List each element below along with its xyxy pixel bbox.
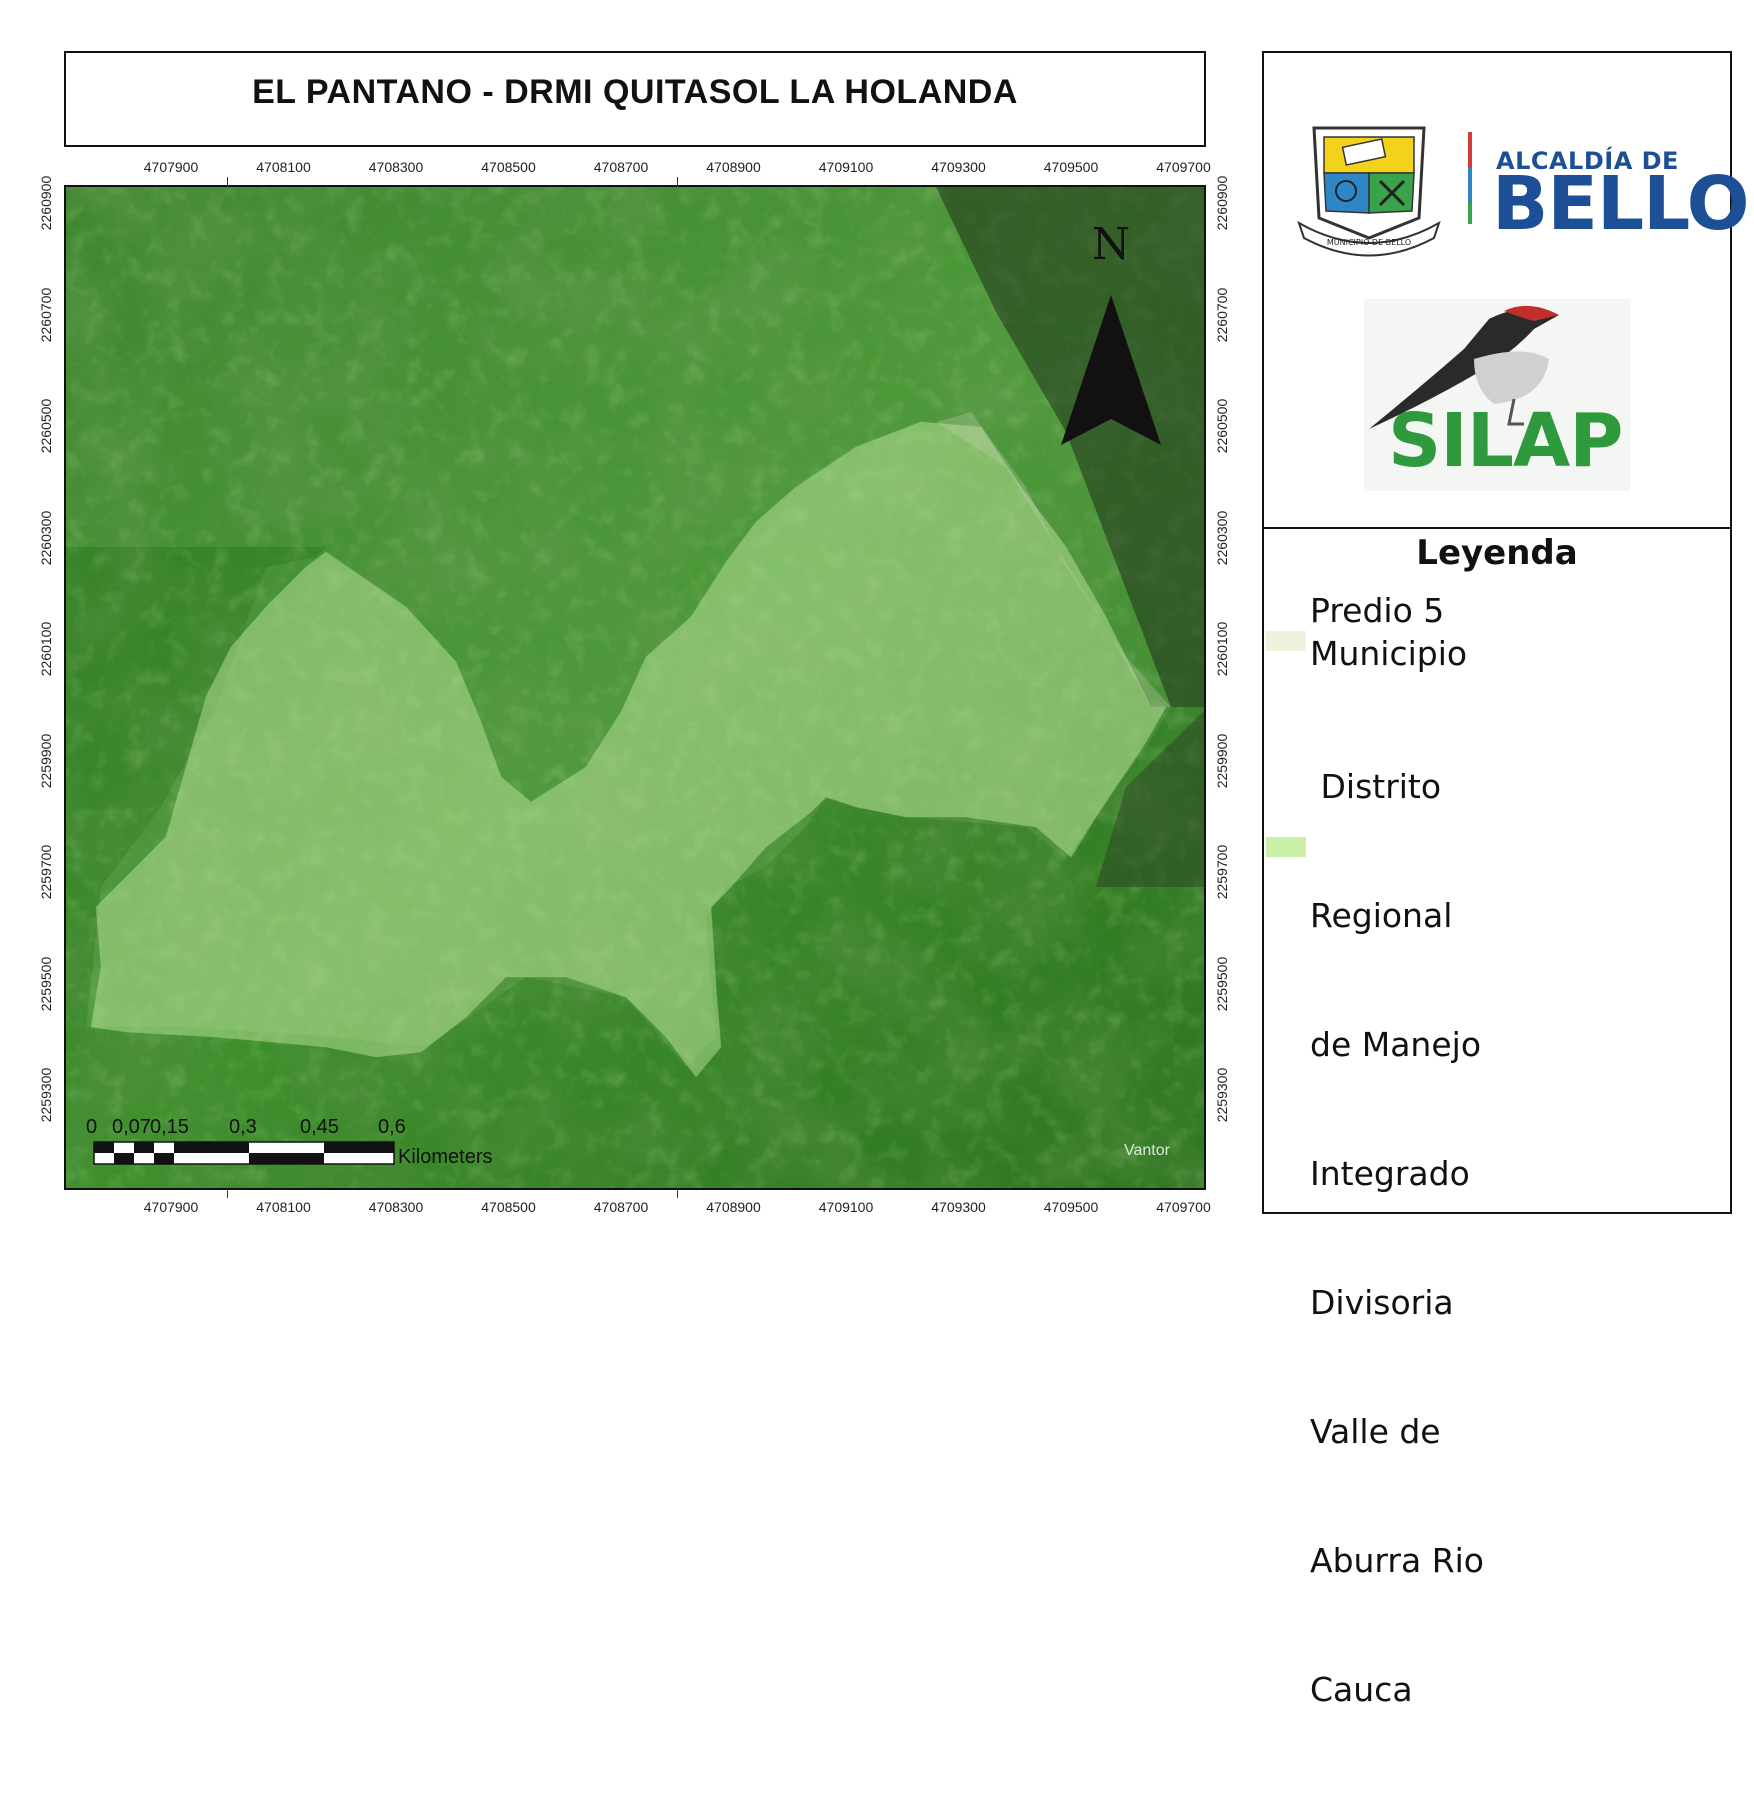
y-tick-label-right: 2260900 xyxy=(1214,175,1230,231)
x-tick-label-bottom: 4709100 xyxy=(818,1199,874,1215)
y-tick-label-left: 2259500 xyxy=(38,956,54,1011)
tick-mark xyxy=(227,177,228,185)
x-tick-label-top: 4707900 xyxy=(143,159,199,175)
legend-line: Aburra Rio xyxy=(1310,1541,1484,1580)
legend-item-predio: Predio 5 Municipio xyxy=(1310,589,1467,675)
scale-bar xyxy=(93,1141,395,1165)
legend-line: Regional xyxy=(1310,896,1453,935)
tick-mark xyxy=(677,1190,678,1198)
tick-mark xyxy=(227,1190,228,1198)
north-label: N xyxy=(1092,219,1131,270)
x-tick-label-bottom: 4708900 xyxy=(706,1199,761,1215)
y-tick-label-right: 2260100 xyxy=(1214,621,1230,677)
scale-label-4: 0,45 xyxy=(300,1116,339,1138)
scale-label-0: 0 xyxy=(86,1116,98,1138)
y-tick-label-right: 2259700 xyxy=(1214,844,1230,900)
y-tick-label-left: 2259300 xyxy=(38,1067,54,1123)
imagery-credit: Vantor xyxy=(1124,1142,1170,1159)
x-tick-label-top: 4709100 xyxy=(818,159,874,175)
side-panel: MUNICIPIO DE BELLO ALCALDÍA DE BELLO SIL… xyxy=(1262,51,1750,1709)
legend-swatch-drmi xyxy=(1266,837,1306,857)
y-tick-label-left: 2260700 xyxy=(38,287,54,342)
legend-line: Cauca xyxy=(1310,1670,1413,1709)
x-tick-label-bottom: 4708700 xyxy=(593,1199,649,1215)
silap-text: SILAP xyxy=(1388,398,1623,484)
bello-stripe-red xyxy=(1468,132,1472,168)
scale-label-2: 0,15 xyxy=(150,1116,189,1138)
tick-mark xyxy=(677,177,678,185)
y-tick-label-left: 2260100 xyxy=(38,621,54,677)
legend-swatch-predio xyxy=(1266,631,1306,651)
x-tick-label-top: 4708700 xyxy=(593,159,649,175)
map-frame[interactable]: N 0 0,07 0,15 0,3 0,45 0,6 Kilometers Va… xyxy=(64,185,1206,1190)
x-tick-label-top: 4708100 xyxy=(256,159,311,175)
legend-line: Divisoria xyxy=(1310,1283,1454,1322)
x-tick-label-bottom: 4709500 xyxy=(1043,1199,1099,1215)
y-tick-label-right: 2260300 xyxy=(1214,510,1230,565)
map-title: EL PANTANO - DRMI QUITASOL LA HOLANDA xyxy=(252,72,1018,111)
legend-line: Integrado xyxy=(1310,1154,1470,1193)
x-tick-label-bottom: 4709300 xyxy=(931,1199,986,1215)
y-tick-label-right: 2260500 xyxy=(1214,398,1230,454)
y-tick-label-left: 2259700 xyxy=(38,844,54,900)
x-tick-label-top: 4708900 xyxy=(706,159,761,175)
y-tick-label-right: 2260700 xyxy=(1214,287,1230,342)
x-tick-label-bottom: 4708100 xyxy=(256,1199,311,1215)
bello-stripe-blue xyxy=(1468,168,1472,202)
seal-text: MUNICIPIO DE BELLO xyxy=(1327,238,1411,247)
y-tick-label-left: 2260900 xyxy=(38,175,54,231)
y-tick-label-right: 2259500 xyxy=(1214,956,1230,1011)
scale-label-1: 0,07 xyxy=(112,1116,151,1138)
legend-line: Valle de xyxy=(1310,1412,1441,1451)
panel-divider xyxy=(1264,527,1730,529)
y-tick-label-left: 2259900 xyxy=(38,733,54,788)
x-tick-label-bottom: 4708500 xyxy=(481,1199,536,1215)
x-tick-label-bottom: 4709700 xyxy=(1156,1199,1211,1215)
y-tick-label-left: 2260300 xyxy=(38,510,54,565)
x-tick-label-top: 4708500 xyxy=(481,159,536,175)
legend-line: de Manejo xyxy=(1310,1025,1482,1064)
legend-item-drmi: Distrito Regional de Manejo Integrado Di… xyxy=(1310,679,1484,1797)
x-tick-label-top: 4708300 xyxy=(368,159,424,175)
scale-label-5: 0,6 xyxy=(378,1116,406,1138)
y-tick-label-right: 2259300 xyxy=(1214,1067,1230,1123)
bello-seal-icon: MUNICIPIO DE BELLO xyxy=(1297,126,1441,257)
scale-unit: Kilometers xyxy=(398,1146,493,1168)
legend-title: Leyenda xyxy=(1416,533,1578,573)
x-tick-label-top: 4709300 xyxy=(931,159,986,175)
x-tick-label-top: 4709700 xyxy=(1156,159,1211,175)
y-tick-label-left: 2260500 xyxy=(38,398,54,454)
alcaldia-main-text: BELLO xyxy=(1492,161,1750,247)
x-tick-label-bottom: 4708300 xyxy=(368,1199,424,1215)
map-title-box: EL PANTANO - DRMI QUITASOL LA HOLANDA xyxy=(64,51,1206,147)
x-tick-label-bottom: 4707900 xyxy=(143,1199,199,1215)
legend-line: Municipio xyxy=(1310,634,1468,673)
legend-line: Predio 5 xyxy=(1310,591,1445,630)
bello-stripe-green xyxy=(1468,202,1472,224)
map-canvas[interactable]: N xyxy=(66,187,1206,1190)
scale-label-3: 0,3 xyxy=(229,1116,257,1138)
y-tick-label-right: 2259900 xyxy=(1214,733,1230,788)
x-tick-label-top: 4709500 xyxy=(1043,159,1099,175)
legend-line: Distrito xyxy=(1310,767,1442,806)
